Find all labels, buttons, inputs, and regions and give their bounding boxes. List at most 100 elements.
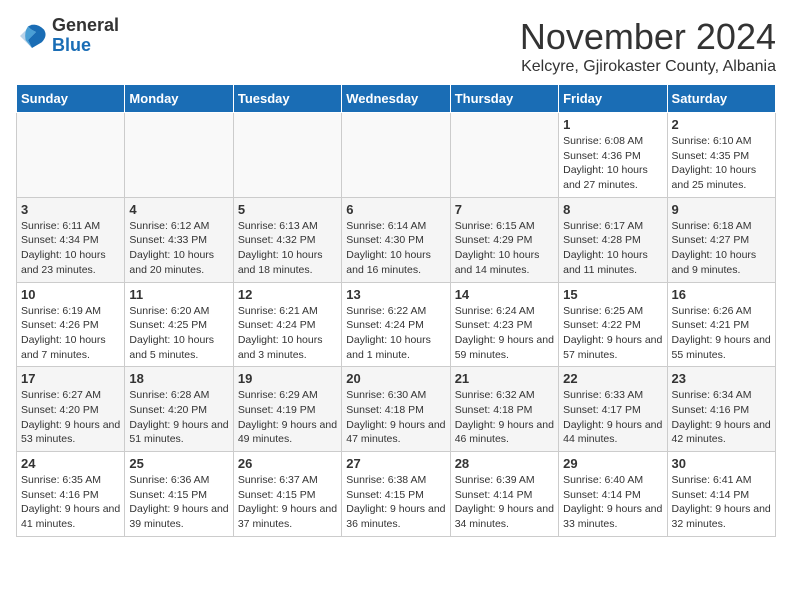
col-saturday: Saturday bbox=[667, 85, 775, 113]
day-info: Sunrise: 6:22 AM Sunset: 4:24 PM Dayligh… bbox=[346, 304, 445, 363]
day-cell-1-5: 8 Sunrise: 6:17 AM Sunset: 4:28 PM Daylig… bbox=[559, 197, 667, 282]
calendar-header: Sunday Monday Tuesday Wednesday Thursday… bbox=[17, 85, 776, 113]
day-info: Sunrise: 6:40 AM Sunset: 4:14 PM Dayligh… bbox=[563, 473, 662, 532]
header-row: Sunday Monday Tuesday Wednesday Thursday… bbox=[17, 85, 776, 113]
day-number: 15 bbox=[563, 287, 662, 302]
logo-general: General bbox=[52, 16, 119, 36]
day-cell-1-2: 5 Sunrise: 6:13 AM Sunset: 4:32 PM Daylig… bbox=[233, 197, 341, 282]
col-friday: Friday bbox=[559, 85, 667, 113]
day-number: 16 bbox=[672, 287, 771, 302]
day-info: Sunrise: 6:25 AM Sunset: 4:22 PM Dayligh… bbox=[563, 304, 662, 363]
title-area: November 2024 Kelcyre, Gjirokaster Count… bbox=[520, 16, 776, 76]
day-number: 13 bbox=[346, 287, 445, 302]
day-number: 26 bbox=[238, 456, 337, 471]
week-row-4: 24Sunrise: 6:35 AM Sunset: 4:16 PM Dayli… bbox=[17, 452, 776, 537]
day-number: 30 bbox=[672, 456, 771, 471]
day-cell-3-5: 22Sunrise: 6:33 AM Sunset: 4:17 PM Dayli… bbox=[559, 367, 667, 452]
day-number: 12 bbox=[238, 287, 337, 302]
calendar-table: Sunday Monday Tuesday Wednesday Thursday… bbox=[16, 84, 776, 537]
day-cell-1-0: 3 Sunrise: 6:11 AM Sunset: 4:34 PM Daylig… bbox=[17, 197, 125, 282]
col-monday: Monday bbox=[125, 85, 233, 113]
week-row-3: 17 Sunrise: 6:27 AM Sunset: 4:20 PM Dayli… bbox=[17, 367, 776, 452]
day-number: 5 bbox=[238, 202, 337, 217]
day-info: Sunrise: 6:18 AM Sunset: 4:27 PM Dayligh… bbox=[672, 219, 771, 278]
day-info: Sunrise: 6:39 AM Sunset: 4:14 PM Dayligh… bbox=[455, 473, 554, 532]
day-info: Sunrise: 6:14 AM Sunset: 4:30 PM Dayligh… bbox=[346, 219, 445, 278]
day-cell-1-3: 6 Sunrise: 6:14 AM Sunset: 4:30 PM Daylig… bbox=[342, 197, 450, 282]
day-number: 28 bbox=[455, 456, 554, 471]
day-number: 3 bbox=[21, 202, 120, 217]
day-cell-1-4: 7Sunrise: 6:15 AM Sunset: 4:29 PM Daylig… bbox=[450, 197, 558, 282]
day-cell-2-0: 10Sunrise: 6:19 AM Sunset: 4:26 PM Dayli… bbox=[17, 282, 125, 367]
day-cell-3-3: 20 Sunrise: 6:30 AM Sunset: 4:18 PM Dayli… bbox=[342, 367, 450, 452]
day-info: Sunrise: 6:19 AM Sunset: 4:26 PM Dayligh… bbox=[21, 304, 120, 363]
day-info: Sunrise: 6:32 AM Sunset: 4:18 PM Dayligh… bbox=[455, 388, 554, 447]
subtitle: Kelcyre, Gjirokaster County, Albania bbox=[520, 58, 776, 76]
day-number: 11 bbox=[129, 287, 228, 302]
day-info: Sunrise: 6:26 AM Sunset: 4:21 PM Dayligh… bbox=[672, 304, 771, 363]
day-cell-4-1: 25 Sunrise: 6:36 AM Sunset: 4:15 PM Dayli… bbox=[125, 452, 233, 537]
day-number: 20 bbox=[346, 371, 445, 386]
day-info: Sunrise: 6:17 AM Sunset: 4:28 PM Dayligh… bbox=[563, 219, 662, 278]
day-info: Sunrise: 6:33 AM Sunset: 4:17 PM Dayligh… bbox=[563, 388, 662, 447]
day-number: 18 bbox=[129, 371, 228, 386]
week-row-2: 10Sunrise: 6:19 AM Sunset: 4:26 PM Dayli… bbox=[17, 282, 776, 367]
day-number: 6 bbox=[346, 202, 445, 217]
day-cell-2-3: 13 Sunrise: 6:22 AM Sunset: 4:24 PM Dayli… bbox=[342, 282, 450, 367]
day-cell-2-1: 11 Sunrise: 6:20 AM Sunset: 4:25 PM Dayli… bbox=[125, 282, 233, 367]
day-info: Sunrise: 6:13 AM Sunset: 4:32 PM Dayligh… bbox=[238, 219, 337, 278]
day-cell-3-6: 23 Sunrise: 6:34 AM Sunset: 4:16 PM Dayli… bbox=[667, 367, 775, 452]
day-info: Sunrise: 6:27 AM Sunset: 4:20 PM Dayligh… bbox=[21, 388, 120, 447]
col-thursday: Thursday bbox=[450, 85, 558, 113]
day-number: 29 bbox=[563, 456, 662, 471]
day-info: Sunrise: 6:10 AM Sunset: 4:35 PM Dayligh… bbox=[672, 134, 771, 193]
day-number: 1 bbox=[563, 117, 662, 132]
day-cell-1-6: 9 Sunrise: 6:18 AM Sunset: 4:27 PM Daylig… bbox=[667, 197, 775, 282]
day-cell-3-2: 19Sunrise: 6:29 AM Sunset: 4:19 PM Dayli… bbox=[233, 367, 341, 452]
day-info: Sunrise: 6:30 AM Sunset: 4:18 PM Dayligh… bbox=[346, 388, 445, 447]
day-info: Sunrise: 6:29 AM Sunset: 4:19 PM Dayligh… bbox=[238, 388, 337, 447]
day-cell-2-2: 12 Sunrise: 6:21 AM Sunset: 4:24 PM Dayli… bbox=[233, 282, 341, 367]
day-info: Sunrise: 6:20 AM Sunset: 4:25 PM Dayligh… bbox=[129, 304, 228, 363]
day-cell-0-1 bbox=[125, 113, 233, 198]
day-cell-0-5: 1 Sunrise: 6:08 AM Sunset: 4:36 PM Daylig… bbox=[559, 113, 667, 198]
day-number: 23 bbox=[672, 371, 771, 386]
main-title: November 2024 bbox=[520, 16, 776, 58]
day-number: 14 bbox=[455, 287, 554, 302]
col-wednesday: Wednesday bbox=[342, 85, 450, 113]
day-number: 27 bbox=[346, 456, 445, 471]
day-number: 17 bbox=[21, 371, 120, 386]
col-tuesday: Tuesday bbox=[233, 85, 341, 113]
day-number: 24 bbox=[21, 456, 120, 471]
day-cell-4-0: 24Sunrise: 6:35 AM Sunset: 4:16 PM Dayli… bbox=[17, 452, 125, 537]
day-number: 2 bbox=[672, 117, 771, 132]
day-info: Sunrise: 6:28 AM Sunset: 4:20 PM Dayligh… bbox=[129, 388, 228, 447]
day-cell-4-4: 28 Sunrise: 6:39 AM Sunset: 4:14 PM Dayli… bbox=[450, 452, 558, 537]
page-header: General Blue November 2024 Kelcyre, Gjir… bbox=[16, 16, 776, 76]
day-info: Sunrise: 6:36 AM Sunset: 4:15 PM Dayligh… bbox=[129, 473, 228, 532]
day-cell-0-2 bbox=[233, 113, 341, 198]
day-cell-2-6: 16 Sunrise: 6:26 AM Sunset: 4:21 PM Dayli… bbox=[667, 282, 775, 367]
day-info: Sunrise: 6:11 AM Sunset: 4:34 PM Dayligh… bbox=[21, 219, 120, 278]
day-info: Sunrise: 6:24 AM Sunset: 4:23 PM Dayligh… bbox=[455, 304, 554, 363]
day-info: Sunrise: 6:37 AM Sunset: 4:15 PM Dayligh… bbox=[238, 473, 337, 532]
logo-blue: Blue bbox=[52, 36, 119, 56]
day-cell-1-1: 4Sunrise: 6:12 AM Sunset: 4:33 PM Daylig… bbox=[125, 197, 233, 282]
day-cell-4-6: 30Sunrise: 6:41 AM Sunset: 4:14 PM Dayli… bbox=[667, 452, 775, 537]
week-row-1: 3 Sunrise: 6:11 AM Sunset: 4:34 PM Daylig… bbox=[17, 197, 776, 282]
day-cell-4-3: 27Sunrise: 6:38 AM Sunset: 4:15 PM Dayli… bbox=[342, 452, 450, 537]
day-number: 9 bbox=[672, 202, 771, 217]
day-cell-0-6: 2 Sunrise: 6:10 AM Sunset: 4:35 PM Daylig… bbox=[667, 113, 775, 198]
day-info: Sunrise: 6:21 AM Sunset: 4:24 PM Dayligh… bbox=[238, 304, 337, 363]
day-info: Sunrise: 6:15 AM Sunset: 4:29 PM Dayligh… bbox=[455, 219, 554, 278]
day-number: 8 bbox=[563, 202, 662, 217]
day-cell-3-1: 18 Sunrise: 6:28 AM Sunset: 4:20 PM Dayli… bbox=[125, 367, 233, 452]
day-cell-2-4: 14 Sunrise: 6:24 AM Sunset: 4:23 PM Dayli… bbox=[450, 282, 558, 367]
day-info: Sunrise: 6:34 AM Sunset: 4:16 PM Dayligh… bbox=[672, 388, 771, 447]
day-cell-0-0 bbox=[17, 113, 125, 198]
day-number: 4 bbox=[129, 202, 228, 217]
day-number: 25 bbox=[129, 456, 228, 471]
logo: General Blue bbox=[16, 16, 119, 56]
day-cell-3-4: 21Sunrise: 6:32 AM Sunset: 4:18 PM Dayli… bbox=[450, 367, 558, 452]
day-info: Sunrise: 6:08 AM Sunset: 4:36 PM Dayligh… bbox=[563, 134, 662, 193]
